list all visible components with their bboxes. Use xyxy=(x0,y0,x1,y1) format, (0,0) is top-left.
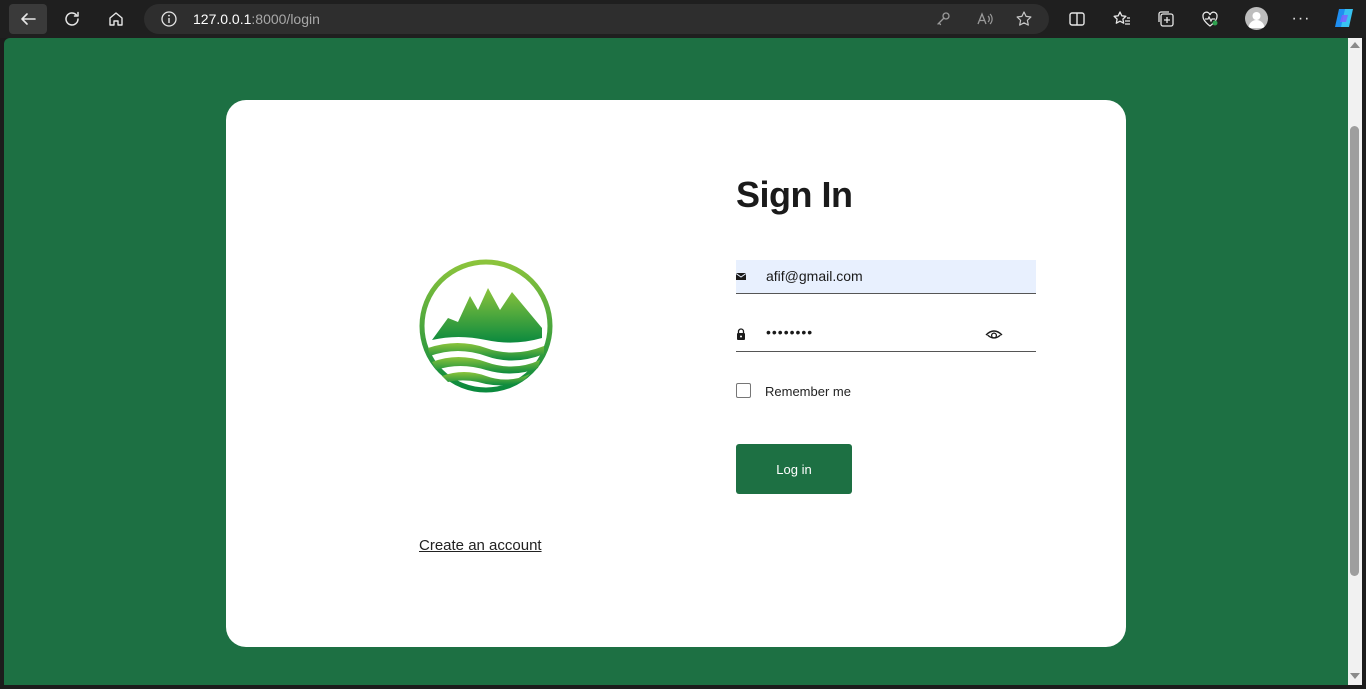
back-arrow-icon xyxy=(21,13,36,25)
split-screen-icon[interactable] xyxy=(1067,9,1087,29)
more-icon[interactable]: ··· xyxy=(1290,8,1312,30)
star-icon[interactable] xyxy=(1015,10,1033,28)
remember-me-checkbox[interactable] xyxy=(736,383,751,398)
page-viewport: Create an account Sign In afif@gmail.com… xyxy=(4,38,1348,685)
login-form: Sign In afif@gmail.com •••••••• Remember… xyxy=(736,100,1036,647)
login-button[interactable]: Log in xyxy=(736,444,852,494)
scroll-thumb[interactable] xyxy=(1350,126,1359,576)
copilot-icon[interactable] xyxy=(1332,6,1356,30)
key-icon[interactable] xyxy=(934,10,952,28)
reload-icon xyxy=(65,11,79,26)
url-text[interactable]: 127.0.0.1:8000/login xyxy=(193,11,320,27)
scroll-up-arrow-icon[interactable] xyxy=(1350,42,1360,48)
favorites-icon[interactable] xyxy=(1112,9,1132,29)
create-account-link[interactable]: Create an account xyxy=(419,537,542,554)
home-button[interactable] xyxy=(98,4,134,34)
page-title: Sign In xyxy=(736,174,853,215)
address-bar[interactable]: 127.0.0.1:8000/login xyxy=(144,4,1049,34)
email-field[interactable]: afif@gmail.com xyxy=(736,260,1036,294)
lock-icon xyxy=(737,328,745,340)
url-host: 127.0.0.1 xyxy=(193,11,252,27)
logo-icon xyxy=(419,259,553,393)
envelope-icon xyxy=(736,273,746,280)
avatar-icon[interactable] xyxy=(1245,7,1268,30)
info-icon[interactable] xyxy=(160,10,178,28)
back-button[interactable] xyxy=(9,4,47,34)
collections-icon[interactable] xyxy=(1156,9,1176,29)
browser-toolbar: 127.0.0.1:8000/login ··· xyxy=(0,0,1366,38)
password-field[interactable]: •••••••• xyxy=(736,318,1036,352)
email-value: afif@gmail.com xyxy=(766,268,863,284)
scroll-down-arrow-icon[interactable] xyxy=(1350,673,1360,679)
password-value: •••••••• xyxy=(766,324,814,340)
home-icon xyxy=(109,12,123,26)
login-card: Create an account Sign In afif@gmail.com… xyxy=(226,100,1126,647)
browser-essentials-icon[interactable] xyxy=(1200,9,1220,29)
scrollbar[interactable] xyxy=(1348,38,1362,685)
reload-button[interactable] xyxy=(54,4,90,34)
read-aloud-icon[interactable] xyxy=(976,10,994,28)
remember-me-label[interactable]: Remember me xyxy=(765,384,851,399)
remember-me-row: Remember me xyxy=(736,383,936,401)
url-path: :8000/login xyxy=(251,11,320,27)
eye-icon[interactable] xyxy=(985,327,1003,341)
